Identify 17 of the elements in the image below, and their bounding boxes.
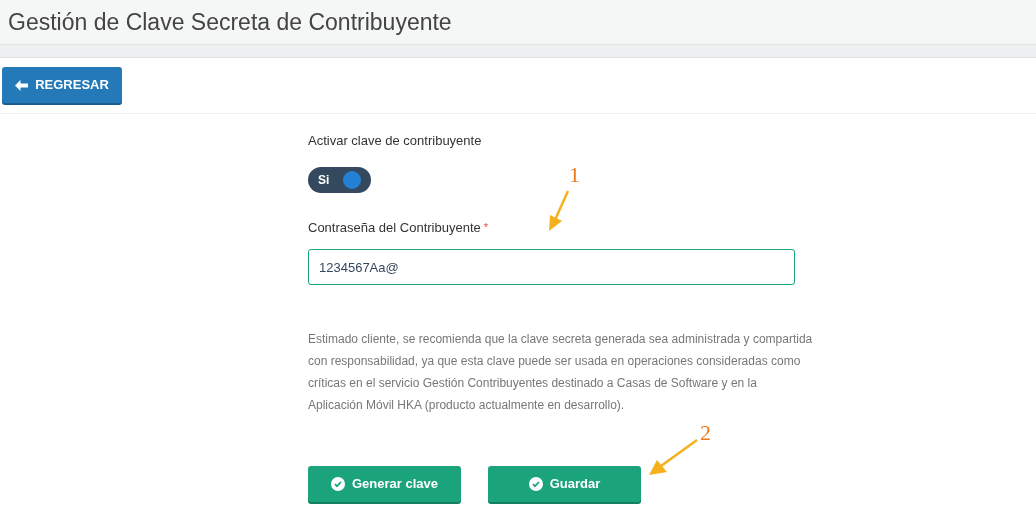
password-label: Contraseña del Contribuyente <box>308 218 481 237</box>
toggle-switch[interactable]: Si <box>308 166 371 193</box>
check-circle-icon <box>331 477 345 491</box>
notice-text: Estimado cliente, se recomienda que la clave secreta generada sea administrada y compartida con responsabilidad, ya que esta clave puede ser usada en operaciones consideradas como críticas en el servicio Gestión Contribuyentes destinado a Casas de Software y en la Aplicación Móvil HKA (producto actualmente en desarrollo). <box>308 331 813 414</box>
check-circle-icon <box>528 477 543 491</box>
annotation-arrow <box>547 190 571 232</box>
back-button[interactable]: REGRESAR <box>2 67 122 103</box>
required-mark: * <box>483 220 488 235</box>
password-field[interactable]: 1234567Aa@ <box>308 249 795 285</box>
save-button[interactable]: Guardar <box>488 466 641 502</box>
annotation-number: 2 <box>700 419 711 447</box>
arrow-left-icon <box>15 79 29 91</box>
toggle-label: Activar clave de contribuyente <box>308 132 483 150</box>
annotation-number: 1 <box>569 161 580 189</box>
annotation-arrow <box>647 439 699 477</box>
page-title: Gestión de Clave Secreta de Contribuyente <box>8 7 452 37</box>
generate-button[interactable]: Generar clave <box>308 466 461 502</box>
